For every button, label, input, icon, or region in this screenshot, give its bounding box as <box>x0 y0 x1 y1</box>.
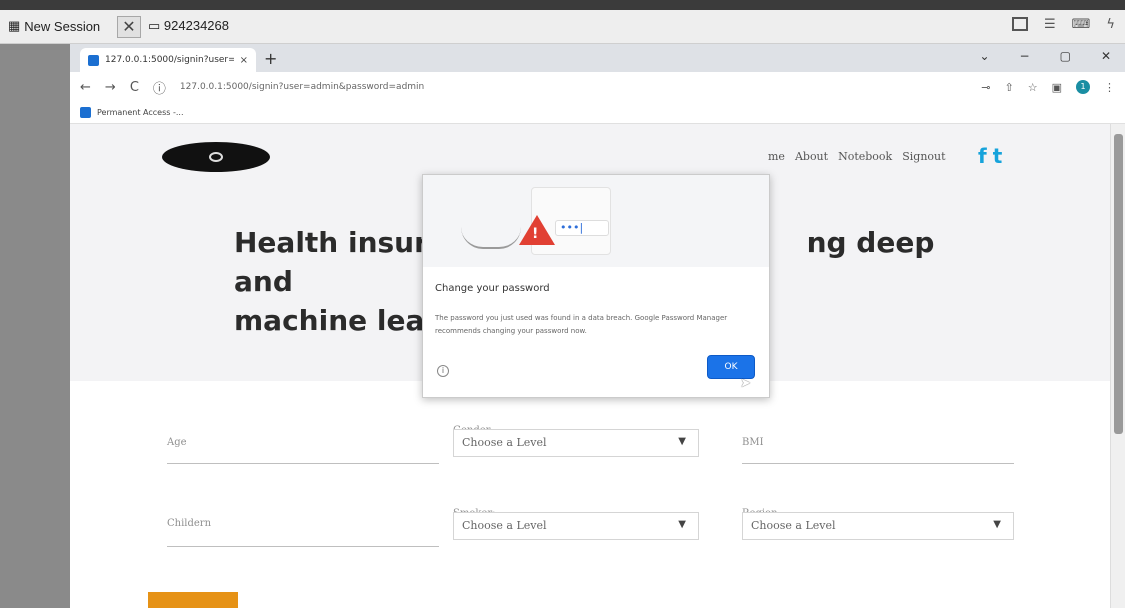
predict-button[interactable] <box>148 592 238 608</box>
bookmark-icon <box>80 107 91 118</box>
password-dots: •••| <box>555 220 609 236</box>
top-strip <box>0 0 1125 10</box>
tab-search-icon[interactable]: ⌄ <box>979 49 989 63</box>
nav-signout[interactable]: Signout <box>902 150 945 163</box>
session-toolbar: ☰ ⌨ ϟ <box>1012 17 1115 32</box>
tab-favicon <box>88 54 99 66</box>
prediction-form: Age Gender Choose a Level ▼ BMI Childern… <box>70 381 1110 608</box>
active-tab[interactable]: 127.0.0.1:5000/signin?user=adm × <box>80 48 256 72</box>
address-bar[interactable]: 127.0.0.1:5000/signin?user=admin&passwor… <box>180 82 424 92</box>
decorative-curve <box>461 227 521 249</box>
session-title-text: New Session <box>24 18 101 34</box>
social-links: f t <box>978 144 1002 168</box>
keyboard-icon[interactable]: ⌨ <box>1072 17 1091 32</box>
key-icon[interactable]: ⊸ <box>981 81 990 94</box>
session-id: ▭ 924234268 <box>148 18 229 33</box>
info-icon[interactable]: i <box>437 365 449 377</box>
mouse-cursor-icon: ➤ <box>740 376 751 391</box>
bmi-input[interactable] <box>742 463 1014 464</box>
session-close-button[interactable]: ✕ <box>117 16 141 38</box>
nav-notebook[interactable]: Notebook <box>838 150 892 163</box>
new-tab-button[interactable]: + <box>264 49 277 68</box>
session-bar: ▦ New Session ✕ ▭ 924234268 ☰ ⌨ ϟ <box>0 10 1125 44</box>
nav-about[interactable]: About <box>795 150 828 163</box>
children-label: Childern <box>167 518 212 529</box>
smoker-select[interactable]: Choose a Level ▼ <box>453 512 699 540</box>
region-select[interactable]: Choose a Level ▼ <box>742 512 1014 540</box>
profile-avatar[interactable]: 1 <box>1076 80 1090 94</box>
children-input[interactable] <box>167 546 439 547</box>
monitor-icon: ▭ <box>148 18 161 33</box>
logo-eye-icon <box>209 152 223 162</box>
reload-icon[interactable]: C <box>130 80 139 95</box>
maximize-button[interactable]: ▢ <box>1060 49 1071 63</box>
minimize-button[interactable]: − <box>1020 49 1030 63</box>
address-row: ← → C ⓘ 127.0.0.1:5000/signin?user=admin… <box>70 72 1125 102</box>
page-content: me About Notebook Signout f t Health ins… <box>70 124 1110 608</box>
more-icon[interactable]: ⋮ <box>1104 81 1115 94</box>
gender-select[interactable]: Choose a Level ▼ <box>453 429 699 457</box>
password-dialog: ! •••| Change your password The password… <box>422 174 770 398</box>
session-icon: ▦ <box>8 18 21 33</box>
tab-row: 127.0.0.1:5000/signin?user=adm × + ⌄ − ▢… <box>70 44 1125 72</box>
forward-icon[interactable]: → <box>105 80 116 95</box>
chevron-down-icon: ▼ <box>678 519 686 530</box>
session-title: ▦ New Session <box>8 18 100 34</box>
chevron-down-icon: ▼ <box>993 519 1001 530</box>
site-logo[interactable] <box>162 142 270 172</box>
window-controls: ⌄ − ▢ ✕ <box>979 49 1111 63</box>
power-icon[interactable]: ϟ <box>1106 17 1115 32</box>
facebook-icon[interactable]: f <box>978 144 987 168</box>
dialog-body: The password you just used was found in … <box>435 314 728 335</box>
bookmark-link[interactable]: Permanent Access -... <box>97 108 184 117</box>
tab-close-icon[interactable]: × <box>240 55 248 66</box>
twitter-icon[interactable]: t <box>993 144 1003 168</box>
browser-window: 127.0.0.1:5000/signin?user=adm × + ⌄ − ▢… <box>70 44 1125 608</box>
star-icon[interactable]: ☆ <box>1028 81 1038 94</box>
bmi-label: BMI <box>742 437 764 448</box>
share-icon[interactable]: ⇧ <box>1005 81 1014 94</box>
age-label: Age <box>167 437 187 448</box>
chevron-down-icon: ▼ <box>678 436 686 447</box>
dialog-illustration: ! •••| <box>423 175 769 267</box>
window-icon[interactable] <box>1012 17 1028 31</box>
scrollbar-thumb[interactable] <box>1114 134 1123 434</box>
menu-icon[interactable]: ☰ <box>1044 17 1056 32</box>
page-scrollbar[interactable] <box>1110 124 1125 608</box>
bookmarks-bar: Permanent Access -... <box>70 102 1125 124</box>
nav-home[interactable]: me <box>768 150 785 163</box>
address-actions: ⊸ ⇧ ☆ ▣ 1 ⋮ <box>981 80 1115 94</box>
site-info-icon[interactable]: ⓘ <box>153 78 166 97</box>
close-window-button[interactable]: ✕ <box>1101 49 1111 63</box>
age-input[interactable] <box>167 463 439 464</box>
site-nav: me About Notebook Signout <box>768 150 946 163</box>
dialog-title: Change your password <box>435 283 550 294</box>
back-icon[interactable]: ← <box>80 80 91 95</box>
sidepanel-icon[interactable]: ▣ <box>1052 81 1062 94</box>
